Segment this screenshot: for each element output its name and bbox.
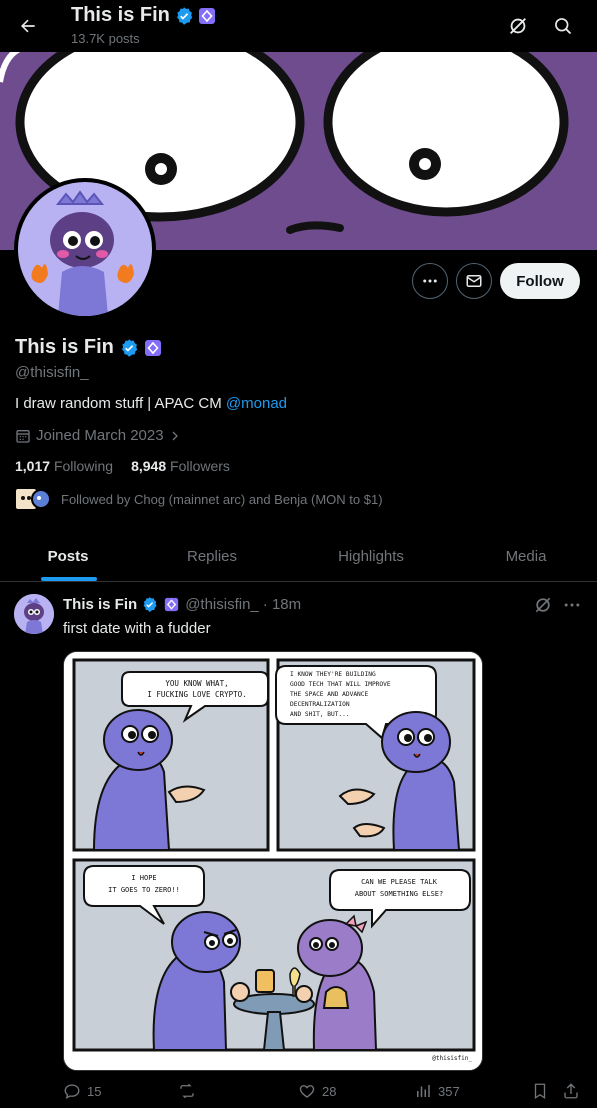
calendar-icon xyxy=(16,429,30,443)
share-button[interactable] xyxy=(562,1082,580,1100)
followed-by[interactable]: Followed by Chog (mainnet arc) and Benja… xyxy=(15,487,383,511)
post-author-handle[interactable]: @thisisfin_ xyxy=(185,596,259,613)
comic-panel3-right-line2: ABOUT SOMETHING ELSE? xyxy=(355,890,444,898)
following-count: 1,017 xyxy=(15,458,51,474)
comic-panel2-line4: DECENTRALIZATION xyxy=(290,701,350,708)
views-count: 357 xyxy=(438,1083,460,1099)
verified-badge-icon xyxy=(141,596,158,613)
followers-count: 8,948 xyxy=(131,458,167,474)
bio-mention-link[interactable]: @monad xyxy=(226,395,287,412)
grok-icon[interactable] xyxy=(533,595,553,615)
verified-badge-icon xyxy=(174,6,194,26)
post-header: This is Fin @thisisfin_ · 18m xyxy=(63,596,301,613)
profile-avatar[interactable] xyxy=(14,178,156,320)
tab-media[interactable]: Media xyxy=(460,530,592,582)
profile-tabs: Posts Replies Highlights Media xyxy=(0,530,597,582)
joined-date[interactable]: Joined March 2023 xyxy=(15,427,181,444)
bookmark-icon xyxy=(534,1083,546,1100)
profile-handle: @thisisfin_ xyxy=(15,364,89,381)
repost-button[interactable] xyxy=(177,1082,203,1100)
search-icon[interactable] xyxy=(545,8,581,44)
post-avatar[interactable] xyxy=(14,594,54,634)
grok-icon[interactable] xyxy=(500,8,536,44)
comic-panel2-line1: I KNOW THEY'RE BUILDING xyxy=(290,671,376,678)
like-button[interactable]: 28 xyxy=(298,1082,336,1100)
like-count: 28 xyxy=(322,1083,337,1099)
comic-panel2-line3: THE SPACE AND ADVANCE xyxy=(290,691,369,698)
reply-icon xyxy=(64,1084,80,1100)
comic-signature: @thisisfin_ xyxy=(432,1055,472,1062)
followers-label: Followers xyxy=(170,458,230,474)
comic-panel3-left-line2: IT GOES TO ZERO!! xyxy=(108,886,180,894)
reply-button[interactable]: 15 xyxy=(63,1082,101,1100)
repost-icon xyxy=(180,1083,194,1099)
comic-panel3-left-line1: I HOPE xyxy=(131,874,156,882)
comic-panel1-line2: I FUCKING LOVE CRYPTO. xyxy=(147,690,246,699)
post-time[interactable]: · 18m xyxy=(263,596,301,613)
bookmark-button[interactable] xyxy=(531,1082,549,1100)
affiliate-badge-icon xyxy=(164,597,179,612)
followers-link[interactable]: 8,948 Followers xyxy=(131,458,230,474)
reply-count: 15 xyxy=(87,1083,102,1099)
tab-posts[interactable]: Posts xyxy=(0,530,136,582)
more-options-button[interactable] xyxy=(412,263,448,299)
more-icon xyxy=(423,279,437,283)
active-tab-indicator xyxy=(41,577,97,581)
tab-highlights[interactable]: Highlights xyxy=(302,530,440,582)
profile-stats: 1,017 Following 8,948 Followers xyxy=(15,458,230,474)
following-label: Following xyxy=(53,458,114,474)
profile-name: This is Fin xyxy=(15,336,162,359)
profile-bio: I draw random stuff | APAC CM @monad xyxy=(15,395,287,412)
message-button[interactable] xyxy=(456,263,492,299)
followed-by-text: Followed by Chog (mainnet arc) and Benja… xyxy=(61,491,383,507)
top-header: This is Fin 13.7K posts xyxy=(0,0,597,52)
posts-count: 13.7K posts xyxy=(71,31,140,46)
affiliate-badge-icon xyxy=(198,7,216,25)
header-name: This is Fin xyxy=(71,4,170,26)
chevron-right-icon xyxy=(172,431,178,440)
tab-replies[interactable]: Replies xyxy=(144,530,280,582)
heart-icon xyxy=(299,1085,315,1098)
comic-panel2-line5: AND SHIT, BUT... xyxy=(290,711,350,718)
post-more-icon[interactable] xyxy=(562,595,582,615)
back-arrow-icon[interactable] xyxy=(10,8,46,44)
share-icon xyxy=(564,1083,578,1099)
bio-text: I draw random stuff | APAC CM xyxy=(15,395,226,412)
mail-icon xyxy=(466,275,482,287)
follow-button[interactable]: Follow xyxy=(500,263,580,299)
affiliate-badge-icon[interactable] xyxy=(144,339,162,357)
joined-text: Joined March 2023 xyxy=(36,427,164,444)
post-author-name[interactable]: This is Fin xyxy=(63,596,137,613)
comic-panel1-line1: YOU KNOW WHAT, xyxy=(165,679,228,688)
profile-name-text: This is Fin xyxy=(15,336,114,358)
views-button[interactable]: 357 xyxy=(414,1082,460,1100)
post-text: first date with a fudder xyxy=(63,620,211,637)
following-link[interactable]: 1,017 Following xyxy=(15,458,113,474)
post-comic-image[interactable]: YOU KNOW WHAT, I FUCKING LOVE CRYPTO. I … xyxy=(63,651,483,1071)
comic-panel2-line2: GOOD TECH THAT WILL IMPROVE xyxy=(290,681,391,688)
views-chart-icon xyxy=(417,1085,430,1097)
post-actions: 15 28 357 xyxy=(63,1082,583,1106)
header-title: This is Fin xyxy=(71,4,216,27)
verified-badge-icon[interactable] xyxy=(119,338,139,358)
follower-avatars xyxy=(16,489,51,509)
comic-panel3-right-line1: CAN WE PLEASE TALK xyxy=(361,878,438,886)
